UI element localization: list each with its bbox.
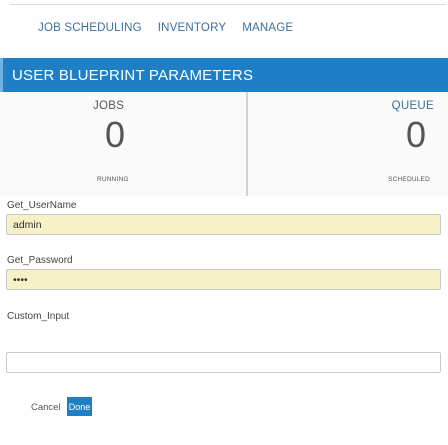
custom-input-label: Custom_Input [7, 311, 70, 322]
done-button[interactable]: Done [67, 397, 92, 416]
top-divider [10, 4, 446, 5]
jobs-count: 0 [105, 114, 126, 155]
queue-stat: QUEUE 0 SCHEDULED [248, 92, 448, 196]
password-input[interactable] [6, 269, 441, 290]
blueprint-parameters-panel: JOB SCHEDULING INVENTORY MANAGE USER BLU… [0, 0, 448, 445]
queue-count: 0 [405, 114, 426, 155]
header-bar: USER BLUEPRINT PARAMETERS [0, 58, 448, 92]
custom-input-field[interactable] [6, 352, 441, 373]
nav-item-manage[interactable]: MANAGE [242, 22, 293, 34]
queue-status: SCHEDULED [388, 176, 430, 183]
nav-item-inventory[interactable]: INVENTORY [158, 22, 226, 34]
stats-panel: JOBS 0 RUNNING QUEUE 0 SCHEDULED [0, 92, 448, 196]
jobs-stat: JOBS 0 RUNNING [0, 92, 246, 196]
cancel-button[interactable]: Cancel [31, 402, 61, 413]
page-title: USER BLUEPRINT PARAMETERS [12, 67, 254, 84]
queue-label: QUEUE [391, 100, 434, 112]
jobs-status: RUNNING [97, 176, 129, 183]
username-label: Get_UserName [7, 200, 77, 211]
top-nav: JOB SCHEDULING INVENTORY MANAGE [38, 22, 293, 34]
nav-item-job-scheduling[interactable]: JOB SCHEDULING [38, 22, 142, 34]
username-input[interactable] [6, 214, 441, 235]
jobs-label: JOBS [93, 100, 125, 112]
password-label: Get_Password [7, 255, 73, 266]
